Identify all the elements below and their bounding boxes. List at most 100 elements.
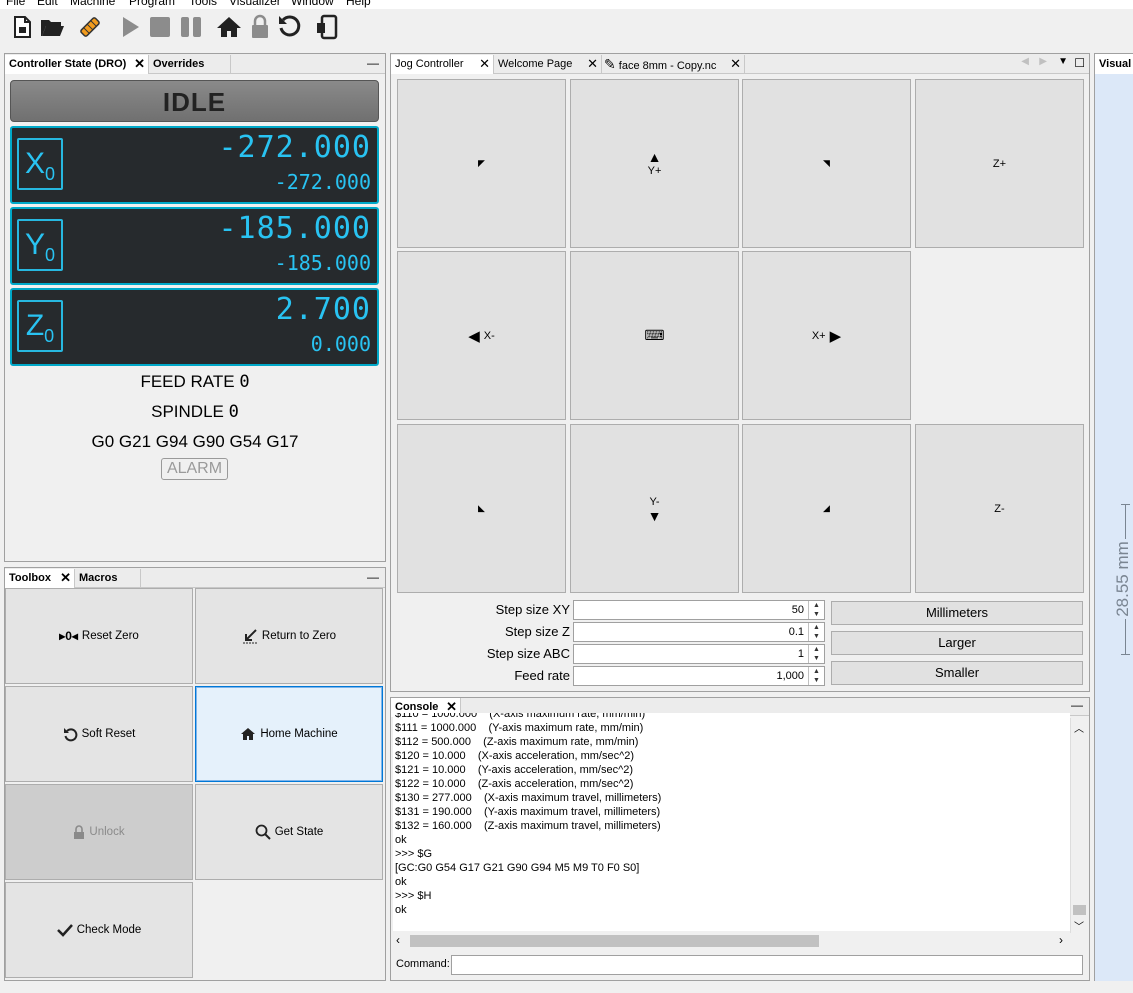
menu-machine[interactable]: Machine [70,0,115,8]
x-zero-button[interactable]: X0 [17,138,63,190]
menu-program[interactable]: Program [129,0,175,8]
step-size-z-value: 0.1 [788,626,804,638]
z-zero-button[interactable]: Z0 [17,300,63,352]
scroll-thumb[interactable] [410,935,819,947]
visualizer-canvas[interactable]: 28.55 mm [1095,74,1133,981]
scroll-up-icon[interactable]: ︿ [1074,720,1084,735]
pause-icon[interactable] [177,13,205,41]
menu-window[interactable]: Window [291,0,334,8]
get-state-button[interactable]: Get State [195,784,383,880]
step-size-z-input[interactable]: 0.1 ▲ ▼ [573,622,825,642]
y-axis-name: Y [24,228,45,261]
units-button[interactable]: Millimeters [831,601,1083,625]
smaller-button[interactable]: Smaller [831,661,1083,685]
reset-zero-button[interactable]: ▸0◂ Reset Zero [5,588,193,684]
feed-rate-input[interactable]: 1,000 ▲ ▼ [573,666,825,686]
lock-icon[interactable] [246,13,274,41]
step-size-z-label: Step size Z [504,624,570,639]
tab-scroll-left-icon[interactable]: ◀ [1021,56,1029,67]
connect-icon[interactable] [76,13,104,41]
play-icon[interactable] [116,13,144,41]
close-icon[interactable]: ✕ [60,569,71,587]
home-icon [241,728,256,740]
soft-reset-button[interactable]: Soft Reset [5,686,193,782]
tab-controller-state[interactable]: Controller State (DRO) ✕ [5,55,149,74]
close-icon[interactable]: ✕ [479,55,490,73]
y-zero-button[interactable]: Y0 [17,219,63,271]
close-icon[interactable]: ✕ [134,55,145,73]
toolbox-tabstrip: Toolbox ✕ Macros — [5,568,385,588]
jog-x-plus-button[interactable]: X+ ▶ [742,251,911,420]
gcode-state: G0 G21 G94 G90 G54 G17 [91,432,299,451]
new-file-icon[interactable] [8,13,36,41]
menu-help[interactable]: Help [346,0,371,8]
menu-edit[interactable]: Edit [37,0,58,8]
home-icon[interactable] [215,13,243,41]
keyboard-jog-button[interactable]: ⌨ [570,251,739,420]
jog-x-minus-label: X- [483,329,495,342]
tab-scroll-right-icon[interactable]: ▶ [1039,56,1047,67]
tab-macros[interactable]: Macros [75,569,141,588]
scroll-down-icon[interactable]: ﹀ [1074,918,1084,933]
stop-icon[interactable] [146,13,174,41]
tab-overrides[interactable]: Overrides [149,55,231,74]
minimize-icon[interactable]: — [1071,698,1083,712]
alarm-button[interactable]: ALARM [161,458,228,480]
arrow-up-icon: ▲ [647,148,662,165]
soft-reset-icon [63,727,77,741]
reset-icon[interactable] [276,13,304,41]
toolbar [0,9,1133,45]
command-input[interactable] [451,955,1083,975]
jog-x-plus-y-plus-button[interactable]: ◥ [742,79,911,248]
console-output[interactable]: $110 = 1000.000 (X-axis maximum rate, mm… [393,713,1070,931]
home-machine-button[interactable]: Home Machine [195,686,383,782]
tab-toolbox[interactable]: Toolbox ✕ [5,569,75,588]
y-work-position: -185.000 [218,211,371,246]
jog-y-minus-button[interactable]: Y- ▼ [570,424,739,593]
unlock-button[interactable]: Unlock [5,784,193,880]
tab-jog-controller[interactable]: Jog Controller ✕ [391,55,494,74]
spinner-arrows-icon[interactable]: ▲ ▼ [808,645,824,663]
spinner-arrows-icon[interactable]: ▲ ▼ [808,623,824,641]
jog-y-minus-label: Y- [649,495,660,508]
jog-x-minus-button[interactable]: ◀ X- [397,251,566,420]
jog-x-minus-y-plus-button[interactable]: ◤ [397,79,566,248]
tab-visualizer[interactable]: Visual [1095,54,1133,74]
console-vertical-scrollbar[interactable]: ︿ ﹀ [1070,718,1087,933]
jog-z-plus-button[interactable]: Z+ [915,79,1084,248]
tab-gcode-file[interactable]: ✎ face 8mm - Copy.nc ✕ [602,55,745,74]
spinner-arrows-icon[interactable]: ▲ ▼ [808,667,824,685]
step-size-xy-input[interactable]: 50 ▲ ▼ [573,600,825,620]
x-axis-readout: X0 -272.000 -272.000 [10,126,379,204]
console-horizontal-scrollbar[interactable]: ‹ › [393,932,1070,949]
spinner-arrows-icon[interactable]: ▲ ▼ [808,601,824,619]
minimize-icon[interactable]: — [367,570,379,584]
check-mode-button[interactable]: Check Mode [5,882,193,978]
menu-tools[interactable]: Tools [189,0,217,8]
maximize-icon[interactable]: ☐ [1074,56,1085,70]
larger-button[interactable]: Larger [831,631,1083,655]
menu-visualizer[interactable]: Visualizer [229,0,281,8]
close-icon[interactable]: ✕ [587,55,598,73]
scroll-right-icon[interactable]: › [1059,933,1063,947]
tab-console-label: Console [395,701,439,713]
scroll-left-icon[interactable]: ‹ [396,933,400,947]
jog-y-plus-button[interactable]: ▲ Y+ [570,79,739,248]
z-axis-sub: 0 [44,326,55,346]
tab-welcome-page[interactable]: Welcome Page ✕ [494,55,602,74]
phone-icon[interactable] [314,13,342,41]
tab-toolbox-label: Toolbox [9,572,51,584]
jog-z-minus-button[interactable]: Z- [915,424,1084,593]
menu-file[interactable]: File [6,0,25,8]
open-folder-icon[interactable] [38,13,66,41]
console-line: $120 = 10.000 (X-axis acceleration, mm/s… [395,750,635,762]
return-to-zero-button[interactable]: Return to Zero [195,588,383,684]
arrow-up-right-icon: ◥ [823,158,830,168]
step-size-abc-input[interactable]: 1 ▲ ▼ [573,644,825,664]
jog-x-plus-y-minus-button[interactable]: ◢ [742,424,911,593]
scroll-thumb[interactable] [1073,905,1086,915]
close-icon[interactable]: ✕ [730,55,741,73]
minimize-icon[interactable]: — [367,56,379,70]
jog-x-minus-y-minus-button[interactable]: ◣ [397,424,566,593]
tab-list-icon[interactable]: ▼ [1058,56,1068,67]
